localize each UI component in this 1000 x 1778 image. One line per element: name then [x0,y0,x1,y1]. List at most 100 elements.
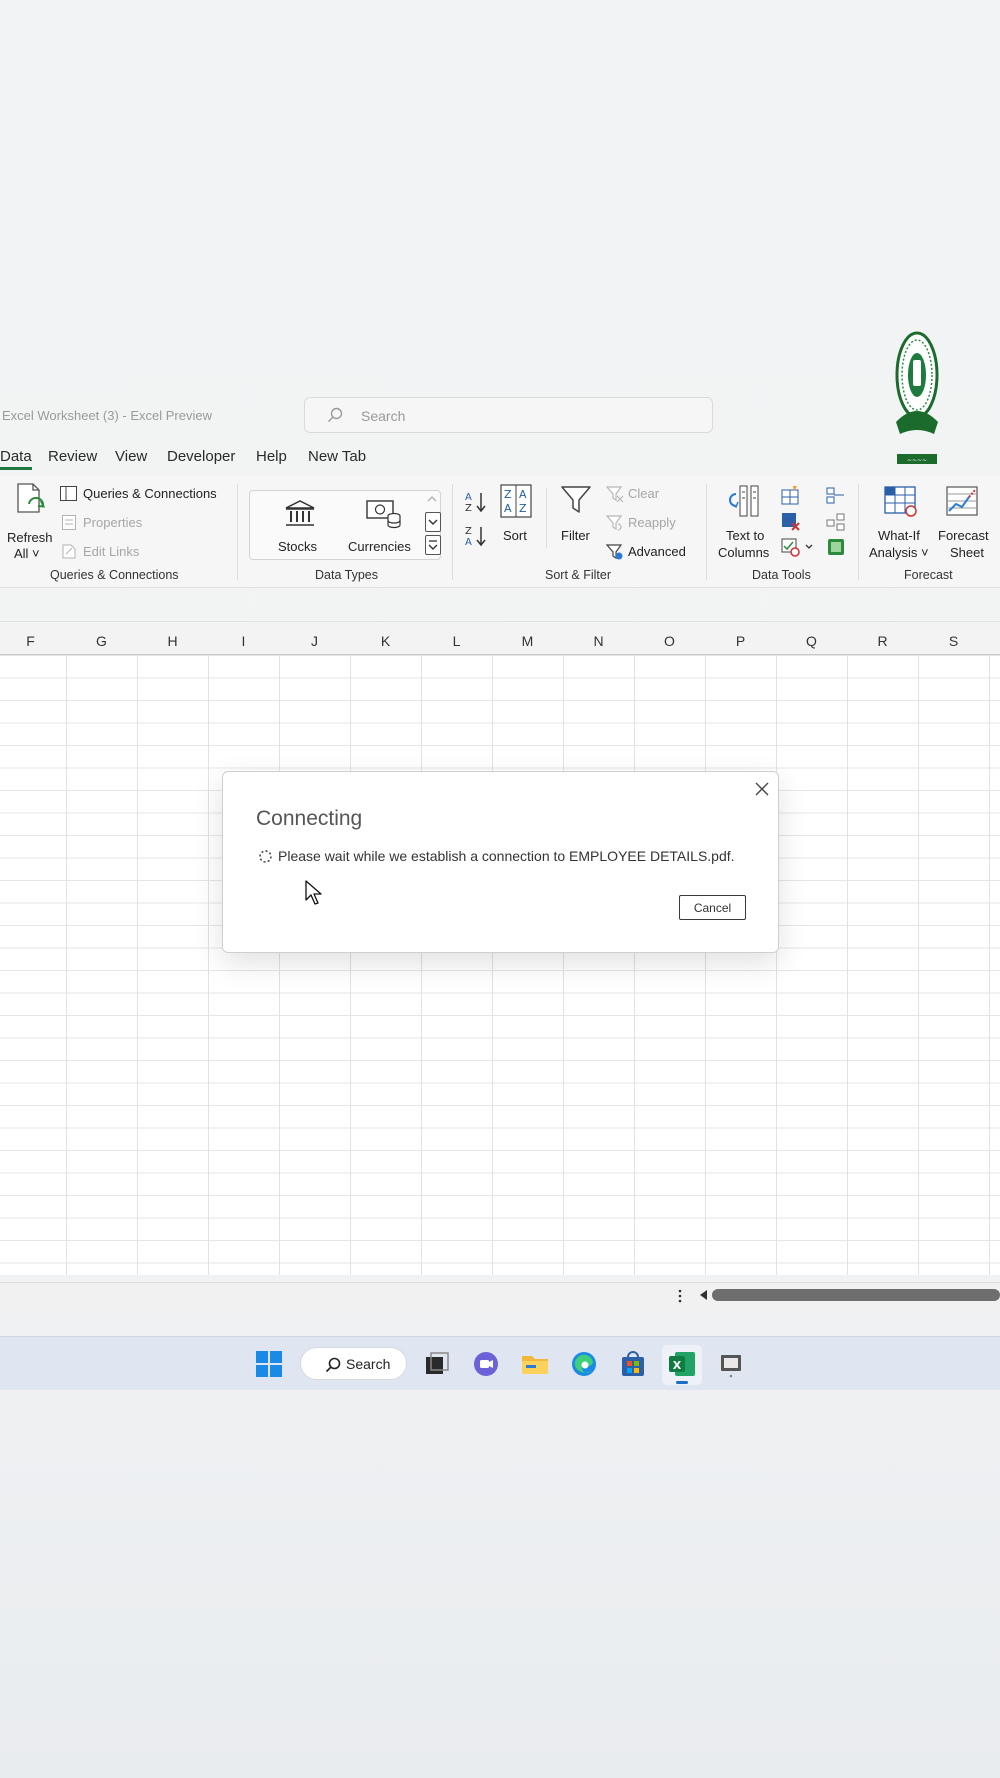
tab-data[interactable]: Data [0,448,32,470]
forecast-sheet-button[interactable]: Forecast Sheet [935,484,997,564]
chevron-up-icon [427,496,437,502]
column-header[interactable]: F [0,633,66,649]
column-header[interactable]: Q [776,633,847,649]
horizontal-scrollbar[interactable] [712,1289,1000,1301]
bank-icon [285,500,315,526]
svg-text:Z: Z [465,503,472,514]
column-header[interactable]: N [563,633,634,649]
properties-icon [62,515,76,530]
edge-browser-button[interactable] [569,1349,599,1379]
column-header[interactable]: P [705,633,776,649]
scroll-left-icon[interactable] [698,1289,710,1301]
forecast-sheet-icon [946,486,978,516]
column-header[interactable]: R [847,633,918,649]
tab-review[interactable]: Review [48,448,97,465]
flash-fill-button[interactable] [781,486,801,506]
filter-button[interactable]: Filter [556,484,596,546]
media-app-button[interactable] [716,1349,746,1379]
gallery-scroll-down[interactable] [425,512,441,532]
refresh-label-2: All ˅ [14,546,40,561]
column-header[interactable]: M [492,633,563,649]
tab-new-tab[interactable]: New Tab [308,448,366,465]
ribbon-divider [237,484,238,580]
ribbon-divider [706,484,707,580]
column-header[interactable]: L [421,633,492,649]
worksheet-grid[interactable] [0,655,1000,1275]
column-header[interactable]: K [350,633,421,649]
manage-data-model-button[interactable] [826,537,846,557]
remove-duplicates-button[interactable] [781,512,801,532]
close-button[interactable] [753,780,771,798]
search-input[interactable]: Search [304,397,713,433]
data-validation-button[interactable] [781,537,815,557]
film-clip-icon [721,1355,741,1378]
advanced-filter-icon [606,544,623,560]
column-headers: F G H I J K L M N O P Q R S [0,627,1000,655]
gallery-expand[interactable] [425,535,441,555]
currencies-button[interactable]: Currencies [348,497,420,555]
start-button[interactable] [255,1350,283,1378]
column-header[interactable]: G [66,633,137,649]
task-view-button[interactable] [422,1349,452,1379]
teams-chat-button[interactable] [471,1349,501,1379]
mouse-cursor-icon [305,880,322,905]
tab-developer[interactable]: Developer [167,448,235,465]
consolidate-icon [826,487,844,504]
currency-icon [366,500,401,529]
search-placeholder: Search [361,408,406,424]
what-if-analysis-button[interactable]: What-If Analysis ˅ [866,484,930,564]
column-header[interactable]: J [279,633,350,649]
clear-filter-icon [606,486,624,503]
taskbar-search[interactable]: Search [300,1347,407,1380]
store-icon [622,1351,644,1376]
what-if-analysis-icon [884,486,917,517]
formula-bar[interactable] [0,594,1000,622]
consolidate-button[interactable] [826,486,846,506]
properties-button[interactable]: Properties [60,514,180,534]
reapply-icon [606,515,623,531]
refresh-all-button[interactable]: Refresh All ˅ [5,482,53,562]
dialog-message: Please wait while we establish a connect… [278,848,735,864]
sort-button[interactable]: Z A A Z Sort [497,484,537,546]
sort-z-to-a-button[interactable]: Z A [464,524,490,548]
svg-text:Z: Z [519,502,527,515]
svg-text:Z: Z [504,488,512,501]
sort-a-to-z-button[interactable]: A Z [464,490,490,514]
filter-funnel-icon [561,486,591,513]
column-header[interactable]: H [137,633,208,649]
group-label-queries: Queries & Connections [50,568,179,582]
data-validation-icon [781,538,813,557]
svg-text:A: A [465,492,472,503]
close-icon [755,782,769,796]
svg-text:A: A [519,488,527,501]
text-to-columns-button[interactable]: Text to Columns [714,484,774,564]
column-header[interactable]: I [208,633,279,649]
tab-view[interactable]: View [115,448,147,465]
group-label-datatypes: Data Types [315,568,379,582]
data-model-icon [828,539,844,555]
file-explorer-button[interactable] [520,1349,550,1379]
more-options-icon[interactable] [676,1288,684,1304]
svg-text:~~~~: ~~~~ [907,457,927,464]
stocks-button[interactable]: Stocks [272,497,328,555]
svg-text:A: A [465,537,472,548]
gallery-scroll-up[interactable] [424,492,440,506]
excel-taskbar-button[interactable]: X [662,1345,702,1385]
group-label-datatools: Data Tools [752,568,811,582]
relationships-icon [826,513,845,531]
flash-fill-icon [781,486,799,505]
relationships-button[interactable] [826,512,846,532]
queries-connections-button[interactable]: Queries & Connections [60,485,235,505]
column-header[interactable]: S [918,633,989,649]
reapply-filter-button[interactable]: Reapply [606,514,686,534]
tab-help[interactable]: Help [256,448,287,465]
advanced-filter-button[interactable]: Advanced [606,543,694,563]
cancel-button[interactable]: Cancel [679,895,746,920]
sort-dialog-icon: Z A A Z [500,484,532,518]
column-header[interactable]: O [634,633,705,649]
microsoft-store-button[interactable] [618,1349,648,1379]
edge-icon [572,1352,596,1376]
clear-filter-button[interactable]: Clear [606,485,686,505]
edit-links-button[interactable]: Edit Links [60,543,180,563]
dialog-title: Connecting [256,807,363,830]
